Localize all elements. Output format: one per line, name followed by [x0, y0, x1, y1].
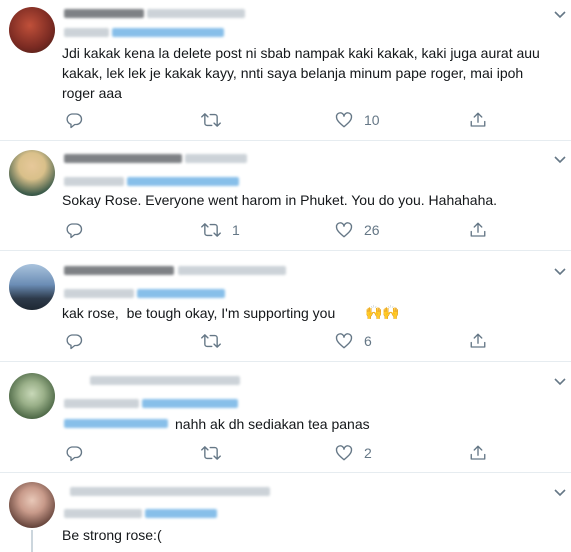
handle-redacted[interactable]	[185, 154, 247, 163]
display-name-redacted[interactable]	[90, 376, 240, 385]
mention-redacted[interactable]	[142, 399, 238, 408]
like-count: 6	[364, 333, 372, 349]
like-count: 26	[364, 222, 380, 238]
like-button[interactable]: 2	[335, 443, 372, 463]
like-button[interactable]: 26	[335, 220, 380, 240]
chevron-down-icon[interactable]	[553, 155, 567, 165]
share-button[interactable]	[469, 110, 487, 130]
tweet[interactable]: Jdi kakak kena la delete post ni sbab na…	[0, 0, 571, 141]
retweet-button[interactable]	[201, 331, 232, 351]
heart-icon	[335, 111, 353, 129]
tweet[interactable]: kak rose, be tough okay, I'm supporting …	[0, 251, 571, 362]
share-button[interactable]	[469, 331, 487, 351]
like-button[interactable]: 6	[335, 331, 372, 351]
reply-button[interactable]	[65, 110, 94, 130]
thread-line	[31, 530, 33, 552]
reply-icon	[65, 332, 83, 350]
tweet[interactable]: nahh ak dh sediakan tea panas 2	[0, 362, 571, 473]
chevron-down-icon[interactable]	[553, 488, 567, 498]
tweet-text-line: kakak, lek lek je kakak kayy, nnti saya …	[62, 65, 524, 81]
like-count: 10	[364, 112, 380, 128]
replying-to-redacted	[64, 177, 124, 186]
mention-redacted[interactable]	[64, 419, 168, 428]
retweet-button[interactable]	[201, 110, 232, 130]
mention-redacted[interactable]	[127, 177, 239, 186]
mention-redacted[interactable]	[112, 28, 224, 37]
avatar[interactable]	[9, 482, 55, 528]
retweet-count: 1	[232, 222, 240, 238]
reply-button[interactable]	[65, 220, 94, 240]
share-icon	[469, 221, 487, 239]
tweet-actions: 6	[62, 331, 502, 351]
display-name-redacted[interactable]	[64, 154, 182, 163]
tweet[interactable]: Be strong rose:(	[0, 473, 571, 552]
replying-to-redacted	[64, 28, 109, 37]
heart-icon	[335, 332, 353, 350]
reply-button[interactable]	[65, 443, 94, 463]
tweet-actions: 2	[62, 443, 502, 463]
heart-icon	[335, 444, 353, 462]
reply-icon	[65, 111, 83, 129]
display-name-redacted[interactable]	[64, 9, 144, 18]
avatar[interactable]	[9, 7, 55, 53]
tweet-text-line: Sokay Rose. Everyone went harom in Phuke…	[62, 192, 498, 208]
replying-to-redacted	[64, 289, 134, 298]
handle-redacted[interactable]	[147, 9, 245, 18]
reply-icon	[65, 221, 83, 239]
heart-icon	[335, 221, 353, 239]
mention-redacted[interactable]	[145, 509, 217, 518]
retweet-icon	[201, 111, 221, 129]
retweet-button[interactable]	[201, 443, 232, 463]
like-count: 2	[364, 445, 372, 461]
tweet-actions: 1 26	[62, 220, 502, 240]
share-button[interactable]	[469, 220, 487, 240]
chevron-down-icon[interactable]	[553, 267, 567, 277]
chevron-down-icon[interactable]	[553, 10, 567, 20]
tweet[interactable]: Sokay Rose. Everyone went harom in Phuke…	[0, 141, 571, 251]
reply-button[interactable]	[65, 331, 94, 351]
avatar[interactable]	[9, 150, 55, 196]
avatar[interactable]	[9, 264, 55, 310]
retweet-icon	[201, 332, 221, 350]
replying-to-redacted	[64, 399, 139, 408]
chevron-down-icon[interactable]	[553, 377, 567, 387]
share-icon	[469, 444, 487, 462]
display-name-redacted[interactable]	[64, 266, 174, 275]
tweet-actions: 10	[62, 110, 502, 130]
raised-hands-emoji: 🙌🙌	[365, 304, 400, 320]
handle-redacted[interactable]	[178, 266, 286, 275]
tweet-text-line: Be strong rose:(	[62, 527, 162, 543]
tweet-text-line: Jdi kakak kena la delete post ni sbab na…	[62, 45, 540, 61]
mention-redacted[interactable]	[137, 289, 225, 298]
tweet-text-line: roger aaa	[62, 85, 122, 101]
like-button[interactable]: 10	[335, 110, 380, 130]
share-button[interactable]	[469, 443, 487, 463]
retweet-icon	[201, 444, 221, 462]
display-name-redacted[interactable]	[70, 487, 270, 496]
share-icon	[469, 111, 487, 129]
share-icon	[469, 332, 487, 350]
retweet-icon	[201, 221, 221, 239]
tweet-text-line: kak rose, be tough okay, I'm supporting …	[62, 305, 340, 321]
replying-to-redacted	[64, 509, 142, 518]
reply-icon	[65, 444, 83, 462]
avatar[interactable]	[9, 373, 55, 419]
retweet-button[interactable]: 1	[201, 220, 240, 240]
tweet-text-line: nahh ak dh sediakan tea panas	[175, 416, 370, 432]
